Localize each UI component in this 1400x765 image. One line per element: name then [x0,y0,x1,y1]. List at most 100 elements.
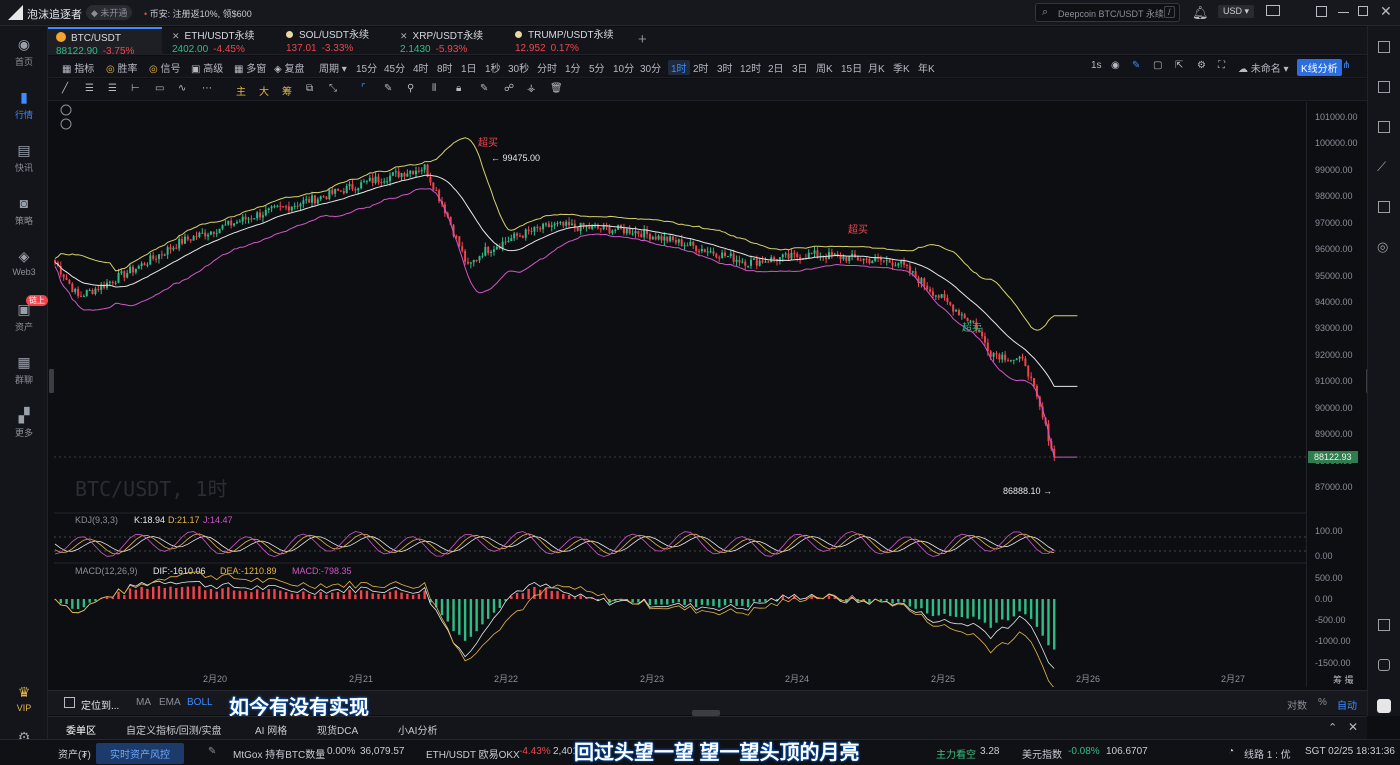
add-tab-icon[interactable]: + [638,31,647,48]
period-6[interactable]: 30秒 [508,60,529,75]
minimize-icon[interactable] [1338,12,1349,13]
period-11[interactable]: 30分 [640,60,661,75]
realtime-1s-toggle[interactable]: 1s [1091,60,1102,71]
period-15[interactable]: 12时 [740,60,761,75]
panel-layout-icon[interactable] [1378,41,1390,53]
line-tool-icon[interactable]: ╱ [62,83,68,94]
ticker-dxy-label[interactable]: 美元指数 [1022,746,1062,761]
period-10[interactable]: 10分 [613,60,634,75]
snapshot-icon[interactable]: ▢ [1153,60,1162,71]
lock-icon[interactable]: 🔒︎ [456,83,461,94]
period-0[interactable]: 15分 [356,60,377,75]
screen-icon[interactable] [1378,201,1390,213]
period-14[interactable]: 3时 [717,60,733,75]
instrument-tab[interactable]: SOL/USDT永续 137.01 -3.33% [278,27,392,55]
instrument-tab[interactable]: ✕ ETH/USDT永续 2402.00 -4.45% [164,27,278,55]
chat-bubble-icon[interactable] [1378,659,1390,671]
period-8[interactable]: 1分 [565,60,581,75]
stack-icon[interactable]: ⫴ [432,83,436,94]
tab-spot-dca[interactable]: 现货DCA [317,722,358,737]
calendar-icon[interactable] [64,697,75,708]
period-17[interactable]: 3日 [792,60,808,75]
nav-item-2[interactable]: ▤ 快讯 [0,142,48,174]
cursor-icon[interactable]: ⌜ [361,83,366,94]
scale-options[interactable]: 筹 撮 [1333,673,1354,686]
edit-ticker-icon[interactable]: ✎ [208,746,216,757]
window-pin-icon[interactable] [1316,6,1327,17]
measure-icon[interactable]: ⤡ [329,83,337,94]
scale-percent-toggle[interactable]: % [1318,697,1327,708]
period-20[interactable]: 月K [868,60,885,75]
search-box[interactable]: ⌕ Deepcoin BTC/USDT 永续 / [1035,3,1180,22]
period-13[interactable]: 2时 [693,60,709,75]
fullscreen-icon[interactable]: ⛶ [1218,60,1225,71]
chart-area[interactable]: 2月20 2月21 2月22 2月23 2月24 2月25 2月26 2月27 BTC/USDT… [53,102,1306,689]
nav-item-1[interactable]: ▮ 行情 [0,89,48,121]
assets-label[interactable]: 资产(₮) [58,746,91,761]
toolbar-winrate[interactable]: ◎ 胜率 [106,60,138,75]
link-icon[interactable]: ☍ [504,83,514,94]
note-icon[interactable] [1378,619,1390,631]
hline-tool-icon[interactable]: ☰ [85,83,94,94]
eraser-icon[interactable]: ✎ [384,83,392,94]
overlay-toggle-2[interactable]: 筹 [282,83,292,98]
tab-custom-indicators[interactable]: 自定义指标/回测/实盘 [126,722,222,737]
expand-panel-icon[interactable]: ⌃ [1328,721,1337,734]
bell-icon[interactable]: 🔔︎ [1192,5,1209,21]
filter-icon[interactable]: ⚶ [527,83,536,94]
connection-line-status[interactable]: 线路 1 : 优 [1244,746,1291,761]
period-4[interactable]: 1日 [461,60,477,75]
period-22[interactable]: 年K [918,60,935,75]
layout-name-select[interactable]: ☁ 未命名 ▾ [1238,60,1289,75]
close-tab-icon[interactable]: ✕ [172,31,180,41]
period-18[interactable]: 周K [816,60,833,75]
period-19[interactable]: 15日 [841,60,862,75]
period-1[interactable]: 45分 [384,60,405,75]
wave-tool-icon[interactable]: ∿ [178,83,186,94]
collapse-indicators-icon[interactable] [60,104,72,116]
close-tab-icon[interactable] [286,31,293,38]
magnet-icon[interactable]: ⚲ [407,83,414,94]
close-icon[interactable]: ✕ [1380,3,1392,20]
toolbar-period-menu[interactable]: 周期 ▾ [319,60,347,75]
toolbar-signal[interactable]: ◎ 信号 [149,60,181,75]
nav-item-0[interactable]: ◉ 首页 [0,36,48,68]
ray-tool-icon[interactable]: ⊢ [131,83,140,94]
locate-button[interactable]: 定位到... [81,697,119,712]
risk-control-button[interactable]: 实时资产风控 [96,743,184,764]
instrument-tab[interactable]: ✕ XRP/USDT永续 2.1430 -5.93% [392,27,506,55]
alarm-icon[interactable]: ◎ [1377,239,1388,255]
ticker-eth-label[interactable]: ETH/USDT 欧易OKX [426,746,520,761]
memo-icon[interactable]: ✎ [480,83,488,94]
tab-ai-analysis[interactable]: 小AI分析 [398,722,437,737]
camera-icon[interactable]: ◉ [1111,60,1120,71]
period-16[interactable]: 2日 [768,60,784,75]
share-out-icon[interactable]: ⇱ [1175,60,1183,71]
kdj-label[interactable]: KDJ(9,3,3) [75,515,118,525]
close-tab-icon[interactable] [515,31,522,38]
indicator-ema[interactable]: EMA [159,697,181,708]
overlay-toggle-0[interactable]: 主 [236,83,246,98]
period-9[interactable]: 5分 [589,60,605,75]
share-icon[interactable]: ⋔ [1342,60,1350,71]
channel-tool-icon[interactable]: ☰ [108,83,117,94]
collapse-left-handle[interactable] [49,369,54,393]
close-tab-icon[interactable]: ✕ [400,31,408,41]
candlestick-chart[interactable]: 2月20 2月21 2月22 2月23 2月24 2月25 2月26 2月27 BTC/USDT… [53,102,1306,689]
maximize-icon[interactable] [1358,6,1368,16]
nav-item-3[interactable]: ◙ 策略 [0,195,48,227]
kline-analysis-button[interactable]: K线分析 [1297,59,1342,76]
nav-item-6[interactable]: ▦ 群聊 [0,354,48,386]
depth-chart-icon[interactable]: ⟋ [1377,159,1386,175]
vip-button[interactable]: ♛ VIP [0,684,48,713]
ticker-main-force-label[interactable]: 主力看空 [936,746,976,761]
scale-log-toggle[interactable]: 对数 [1287,697,1307,712]
toolbar-replay[interactable]: ◈ 复盘 [274,60,304,75]
period-3[interactable]: 8时 [437,60,453,75]
mail-icon[interactable] [1266,5,1280,16]
period-21[interactable]: 季K [893,60,910,75]
clone-icon[interactable]: ⧉ [306,83,313,94]
overlay-toggle-1[interactable]: 大 [259,83,269,98]
pencil-icon[interactable]: ✎ [1132,60,1140,71]
tab-ai-grid[interactable]: AI 网格 [255,722,287,737]
